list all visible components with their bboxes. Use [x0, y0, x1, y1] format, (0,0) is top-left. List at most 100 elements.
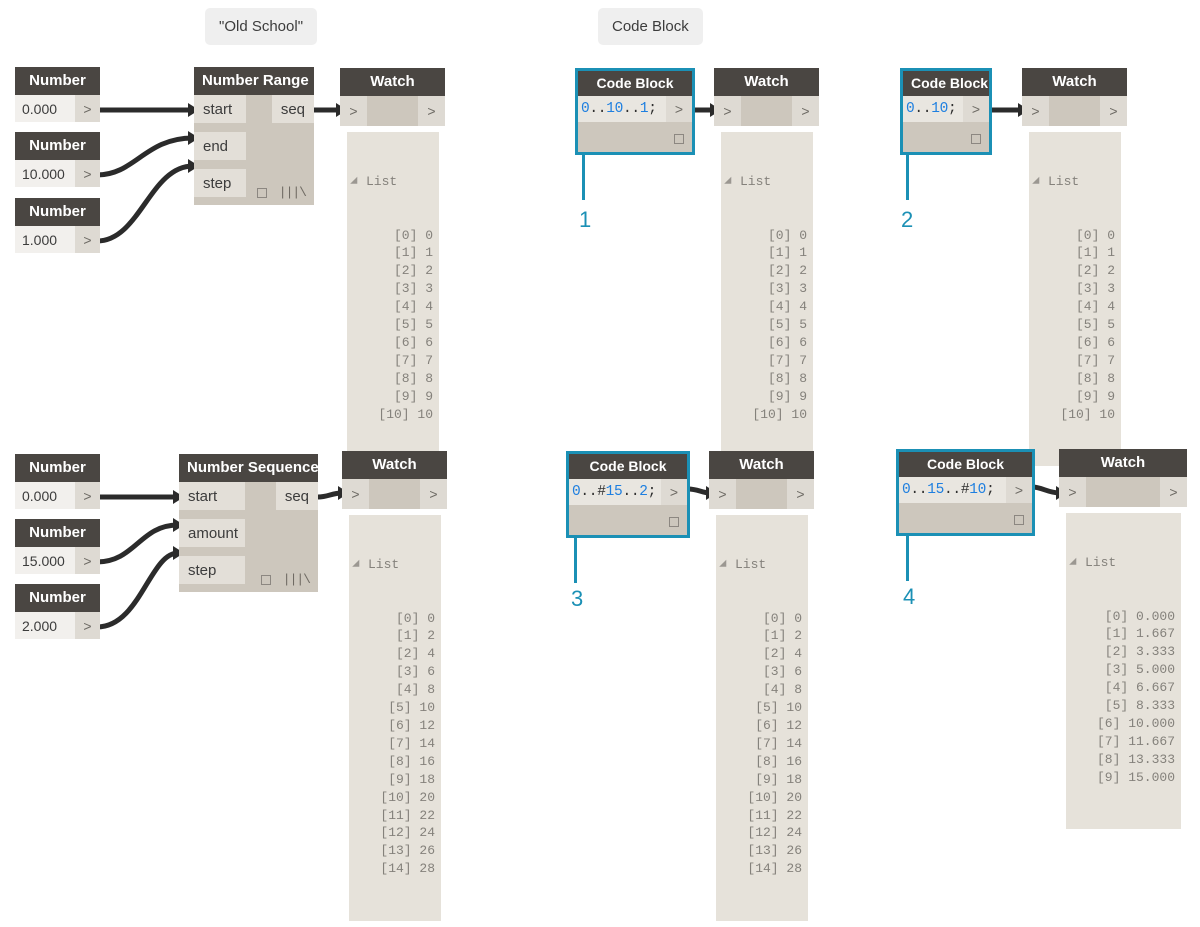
number-input[interactable]: 10.000 — [15, 160, 75, 187]
number-node-6[interactable]: Number 2.000 > — [15, 584, 100, 639]
number-input[interactable]: 2.000 — [15, 612, 75, 639]
number-value-row[interactable]: 0.000 > — [15, 95, 100, 122]
code-block-node-2[interactable]: Code Block 0.. 10; > — [900, 68, 992, 155]
number-node-2[interactable]: Number 10.000 > — [15, 132, 100, 187]
output-port-icon[interactable]: > — [792, 96, 819, 126]
input-port-start[interactable]: start — [194, 95, 246, 123]
output-port-icon[interactable]: > — [75, 547, 100, 574]
watch-list-header[interactable]: List — [1032, 173, 1115, 191]
freeze-checkbox-icon[interactable] — [260, 574, 271, 585]
freeze-checkbox-icon[interactable] — [256, 187, 267, 198]
number-input[interactable]: 1.000 — [15, 226, 75, 253]
input-port-icon[interactable]: > — [340, 96, 367, 126]
input-port-icon[interactable]: > — [1022, 96, 1049, 126]
code-block-node-3[interactable]: Code Block 0 ..# 15.. 2; > — [566, 451, 690, 538]
output-port-icon[interactable]: > — [75, 226, 100, 253]
freeze-checkbox-icon[interactable] — [971, 134, 981, 144]
input-port-icon[interactable]: > — [342, 479, 369, 509]
output-port-icon[interactable]: > — [75, 160, 100, 187]
output-port-icon[interactable]: > — [75, 482, 100, 509]
number-node-4[interactable]: Number 0.000 > — [15, 454, 100, 509]
input-port-icon[interactable]: > — [1059, 477, 1086, 507]
output-port-icon[interactable]: > — [666, 96, 692, 122]
watch-list-item: [10] 10 — [378, 406, 433, 422]
number-node-5[interactable]: Number 15.000 > — [15, 519, 100, 574]
output-port-icon[interactable]: > — [1006, 477, 1032, 503]
number-input[interactable]: 0.000 — [15, 95, 75, 122]
input-port-amount[interactable]: amount — [179, 519, 245, 547]
watch-node-1[interactable]: Watch > > List [0] 0 [1] 1 [2] 2 [3] 3 [4] 4… — [340, 68, 445, 472]
watch-list[interactable]: List [0] 0.000 [1] 1.667 [2] 3.333 [3] 5.00… — [1066, 513, 1181, 830]
input-port-icon[interactable]: > — [709, 479, 736, 509]
output-port-icon[interactable]: > — [75, 612, 100, 639]
input-port-step[interactable]: step — [179, 556, 245, 584]
watch-list-header[interactable]: List — [350, 173, 433, 191]
collapse-triangle-icon[interactable] — [724, 176, 735, 188]
output-port-icon[interactable]: > — [1160, 477, 1187, 507]
number-node-3[interactable]: Number 1.000 > — [15, 198, 100, 253]
code-input[interactable]: 0.. 10; — [903, 96, 963, 122]
code-row[interactable]: 0 ..# 15.. 2; > — [569, 479, 687, 505]
code-input[interactable]: 0 ..# 15.. 2; — [569, 479, 661, 505]
input-port-end[interactable]: end — [194, 132, 246, 160]
output-port-icon[interactable]: > — [420, 479, 447, 509]
output-port-icon[interactable]: > — [787, 479, 814, 509]
code-block-node-1[interactable]: Code Block 0.. 10.. 1; > — [575, 68, 695, 155]
watch-node-3[interactable]: Watch > > List [0] 0 [1] 1 [2] 2 [3] 3 [4] 4… — [1022, 68, 1127, 472]
code-input[interactable]: 0.. 10.. 1; — [578, 96, 666, 122]
freeze-checkbox-icon[interactable] — [669, 517, 679, 527]
number-node-1[interactable]: Number 0.000 > — [15, 67, 100, 122]
watch-list-header[interactable]: List — [352, 556, 435, 574]
lacing-icon[interactable]: |||\ — [283, 573, 311, 586]
watch-node-6[interactable]: Watch > > List [0] 0.000 [1] 1.667 [2] 3.3… — [1059, 449, 1187, 835]
number-input[interactable]: 15.000 — [15, 547, 75, 574]
watch-list[interactable]: List [0] 0 [1] 2 [2] 4 [3] 6 [4] 8 [5] 10 [6] … — [716, 515, 808, 921]
freeze-checkbox-icon[interactable] — [1014, 515, 1024, 525]
number-input[interactable]: 0.000 — [15, 482, 75, 509]
watch-list-header[interactable]: List — [1069, 554, 1175, 572]
collapse-triangle-icon[interactable] — [352, 559, 363, 571]
number-value-row[interactable]: 2.000 > — [15, 612, 100, 639]
number-value-row[interactable]: 15.000 > — [15, 547, 100, 574]
number-range-node[interactable]: Number Range seq start end step |||\ — [194, 67, 314, 205]
annotation-old-school: "Old School" — [205, 8, 318, 45]
code-row[interactable]: 0.. 10; > — [903, 96, 989, 122]
number-value-row[interactable]: 0.000 > — [15, 482, 100, 509]
number-sequence-node[interactable]: Number Sequence seq start amount step ||… — [179, 454, 319, 592]
watch-list[interactable]: List [0] 0 [1] 2 [2] 4 [3] 6 [4] 8 [5] 10 [6] … — [349, 515, 441, 921]
watch-node-2[interactable]: Watch > > List [0] 0 [1] 1 [2] 2 [3] 3 [4] 4… — [714, 68, 819, 472]
dynamo-canvas[interactable]: "Old School" Code Block Number 0.000 > N… — [0, 0, 1200, 921]
code-input[interactable]: 0.. 15 ..# 10; — [899, 477, 1006, 503]
watch-list[interactable]: List [0] 0 [1] 1 [2] 2 [3] 3 [4] 4 [5] 5 [6] 6… — [1029, 132, 1121, 467]
output-port-icon[interactable]: > — [963, 96, 989, 122]
collapse-triangle-icon[interactable] — [350, 176, 361, 188]
collapse-triangle-icon[interactable] — [1069, 557, 1080, 569]
output-port-icon[interactable]: > — [75, 95, 100, 122]
watch-list-label: List — [735, 556, 767, 572]
watch-node-4[interactable]: Watch > > List [0] 0 [1] 2 [2] 4 [3] 6 [4] 8… — [342, 451, 447, 927]
output-port-seq[interactable]: seq — [275, 482, 318, 510]
output-port-icon[interactable]: > — [418, 96, 445, 126]
input-port-step[interactable]: step — [194, 169, 246, 197]
watch-list[interactable]: List [0] 0 [1] 1 [2] 2 [3] 3 [4] 4 [5] 5 [6] 6… — [347, 132, 439, 467]
output-port-icon[interactable]: > — [661, 479, 687, 505]
output-port-seq[interactable]: seq — [271, 95, 314, 123]
watch-node-5[interactable]: Watch > > List [0] 0 [1] 2 [2] 4 [3] 6 [4] 8… — [709, 451, 814, 927]
number-value-row[interactable]: 1.000 > — [15, 226, 100, 253]
collapse-triangle-icon[interactable] — [719, 559, 730, 571]
input-port-start[interactable]: start — [179, 482, 245, 510]
collapse-triangle-icon[interactable] — [1032, 176, 1043, 188]
watch-list-header[interactable]: List — [719, 556, 802, 574]
code-row[interactable]: 0.. 15 ..# 10; > — [899, 477, 1032, 503]
watch-rows: [0] 0 [1] 2 [2] 4 [3] 6 [4] 8 [5] 10 [6] 12 [7]… — [353, 610, 435, 879]
freeze-checkbox-icon[interactable] — [674, 134, 684, 144]
watch-list-header[interactable]: List — [724, 173, 807, 191]
output-port-icon[interactable]: > — [1100, 96, 1127, 126]
number-value-row[interactable]: 10.000 > — [15, 160, 100, 187]
watch-port-row: > > — [340, 96, 445, 126]
code-row[interactable]: 0.. 10.. 1; > — [578, 96, 692, 122]
watch-list[interactable]: List [0] 0 [1] 1 [2] 2 [3] 3 [4] 4 [5] 5 [6] 6… — [721, 132, 813, 467]
input-port-icon[interactable]: > — [714, 96, 741, 126]
code-block-node-4[interactable]: Code Block 0.. 15 ..# 10; > — [896, 449, 1035, 536]
lacing-icon[interactable]: |||\ — [279, 186, 307, 199]
